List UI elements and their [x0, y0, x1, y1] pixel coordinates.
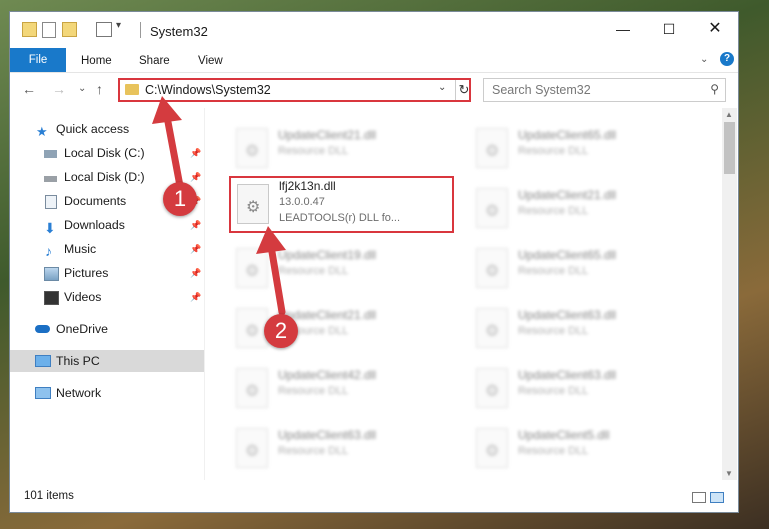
- callout-2: 2: [264, 314, 298, 348]
- arrow-1-shaft: [164, 118, 184, 190]
- arrow-2-shaft: [268, 248, 286, 316]
- arrow-2-head: [256, 226, 286, 254]
- annotation-arrows: [152, 96, 286, 316]
- callout-1: 1: [163, 182, 197, 216]
- arrow-1-head: [152, 96, 182, 124]
